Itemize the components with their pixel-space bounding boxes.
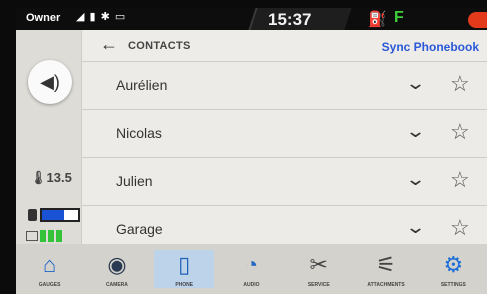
app-settings[interactable]: ⚙ Settings bbox=[423, 250, 483, 288]
attachment-icon: ⚟ bbox=[376, 252, 396, 277]
gear-indicator: F bbox=[394, 9, 404, 26]
page-title: CONTACTS bbox=[128, 40, 191, 52]
contact-row[interactable]: Aurélien ⌄ ☆ bbox=[82, 63, 487, 110]
app-label: Gauges bbox=[38, 282, 61, 288]
house-icon: ⌂ bbox=[42, 252, 57, 277]
contacts-panel: ← CONTACTS Sync Phonebook Aurélien ⌄ ☆ N… bbox=[82, 30, 487, 254]
plug-icon bbox=[28, 209, 37, 221]
star-icon[interactable]: ☆ bbox=[450, 119, 470, 145]
speaker-icon: ◔ bbox=[244, 252, 259, 277]
charge-bar bbox=[56, 230, 62, 242]
battery-fill bbox=[42, 210, 65, 220]
battery-cell bbox=[40, 208, 80, 222]
sync-phonebook-button[interactable]: Sync Phonebook bbox=[382, 40, 479, 54]
star-icon[interactable]: ☆ bbox=[450, 215, 470, 241]
back-arrow-icon[interactable]: ← bbox=[100, 34, 118, 55]
phone-icon: ▯ bbox=[178, 252, 191, 277]
contacts-header: ← CONTACTS Sync Phonebook bbox=[82, 30, 487, 62]
app-phone[interactable]: ▯ Phone bbox=[154, 250, 215, 288]
tools-icon: ✂ bbox=[309, 252, 328, 277]
profile-name[interactable]: Owner bbox=[26, 12, 60, 24]
contact-name: Garage bbox=[116, 221, 163, 237]
contact-name: Aurélien bbox=[116, 77, 168, 93]
thermometer-icon: 🌡︎ bbox=[30, 170, 47, 185]
chevron-down-icon[interactable]: ⌄ bbox=[405, 169, 426, 190]
contact-row[interactable]: Nicolas ⌄ ☆ bbox=[82, 111, 487, 158]
chevron-down-icon[interactable]: ⌄ bbox=[405, 217, 426, 238]
clock-time: 15:37 bbox=[268, 10, 312, 29]
contact-row[interactable]: Julien ⌄ ☆ bbox=[82, 159, 487, 206]
star-icon[interactable]: ☆ bbox=[450, 167, 470, 193]
app-service[interactable]: ✂ Service bbox=[289, 250, 349, 288]
temperature-value: 13.5 bbox=[46, 170, 72, 185]
left-panel: ◀) 🌡︎13.5 bbox=[16, 30, 82, 244]
charger-icon bbox=[26, 231, 38, 241]
speaker-icon: ◀) bbox=[40, 71, 60, 92]
charge-bar bbox=[48, 230, 54, 242]
app-label: Phone bbox=[175, 282, 194, 288]
temperature-readout: 🌡︎13.5 bbox=[30, 170, 72, 186]
battery-indicator bbox=[28, 208, 80, 222]
app-gauges[interactable]: ⌂ Gauges bbox=[20, 250, 80, 288]
app-label: Camera bbox=[105, 282, 128, 288]
volume-button[interactable]: ◀) bbox=[28, 60, 72, 104]
app-camera[interactable]: ◉ Camera bbox=[87, 250, 147, 288]
contact-name: Julien bbox=[116, 173, 153, 189]
status-icons: ◢ ▮ ✱ ▭ bbox=[76, 11, 127, 23]
app-label: Service bbox=[307, 282, 330, 288]
chevron-down-icon[interactable]: ⌄ bbox=[405, 73, 426, 94]
contact-name: Nicolas bbox=[116, 125, 162, 141]
app-bar: ⌂ Gauges ◉ Camera ▯ Phone ◔ Audio ✂ Serv… bbox=[16, 244, 487, 294]
charge-indicator bbox=[26, 230, 62, 242]
app-audio[interactable]: ◔ Audio bbox=[221, 250, 281, 288]
status-bar: Owner ◢ ▮ ✱ ▭ 15:37 ⛽ F bbox=[16, 8, 487, 30]
camera-icon: ◉ bbox=[107, 252, 127, 277]
chevron-down-icon[interactable]: ⌄ bbox=[405, 121, 426, 142]
fuel-icon: ⛽ bbox=[368, 11, 387, 28]
charge-bar bbox=[40, 230, 46, 242]
app-attachments[interactable]: ⚟ Attachments bbox=[356, 250, 416, 288]
app-label: Attachments bbox=[367, 282, 405, 288]
star-icon[interactable]: ☆ bbox=[450, 71, 470, 97]
alert-indicator bbox=[468, 12, 487, 28]
app-label: Settings bbox=[440, 282, 466, 288]
app-label: Audio bbox=[243, 282, 260, 288]
gear-icon: ⚙ bbox=[443, 252, 464, 277]
display-screen: Owner ◢ ▮ ✱ ▭ 15:37 ⛽ F ◀) 🌡︎13.5 ← CONT… bbox=[16, 8, 487, 294]
